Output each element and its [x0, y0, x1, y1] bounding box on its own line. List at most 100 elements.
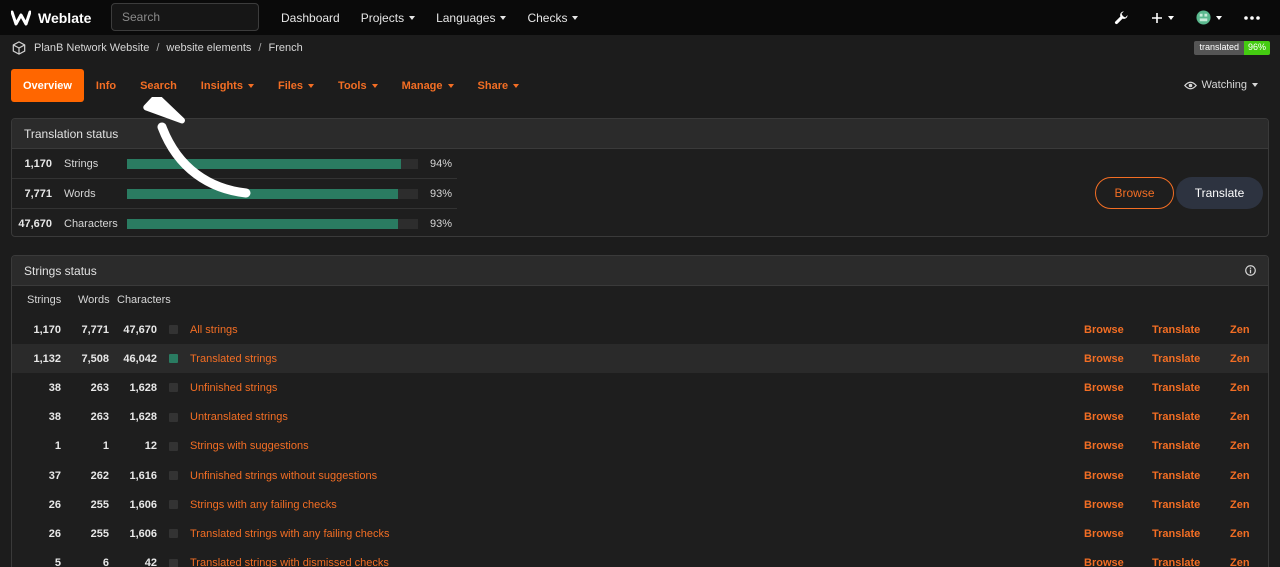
row-translate-link[interactable]: Translate — [1152, 499, 1200, 511]
watching-dropdown[interactable]: Watching — [1183, 79, 1258, 91]
breadcrumb-language[interactable]: French — [268, 42, 302, 54]
stat-label: Strings — [64, 157, 99, 170]
row-browse-link[interactable]: Browse — [1084, 528, 1124, 540]
row-words-count: 7,508 — [81, 352, 109, 365]
row-zen-link[interactable]: Zen — [1230, 353, 1250, 365]
row-browse-link[interactable]: Browse — [1084, 353, 1124, 365]
row-filter-link[interactable]: Translated strings with any failing chec… — [190, 528, 390, 540]
row-zen-link[interactable]: Zen — [1230, 528, 1250, 540]
row-browse-link[interactable]: Browse — [1084, 411, 1124, 423]
brand[interactable]: Weblate — [11, 10, 101, 26]
stat-label: Characters — [64, 218, 118, 230]
info-icon[interactable] — [1245, 265, 1256, 276]
progress-fill — [127, 219, 398, 229]
top-navbar: Weblate Dashboard Projects Languages Che… — [0, 0, 1280, 35]
row-filter-link[interactable]: Translated strings — [190, 353, 277, 365]
row-strings-count: 26 — [48, 498, 61, 511]
row-browse-link[interactable]: Browse — [1084, 499, 1124, 511]
row-filter-link[interactable]: Strings with any failing checks — [190, 499, 337, 511]
more-button[interactable] — [1244, 15, 1260, 20]
row-translate-link[interactable]: Translate — [1152, 353, 1200, 365]
row-browse-link[interactable]: Browse — [1084, 382, 1124, 394]
row-strings-count: 1,170 — [33, 323, 61, 336]
tab-insights-label: Insights — [200, 79, 243, 92]
tab-search-label: Search — [140, 79, 177, 92]
nav-dashboard-label: Dashboard — [281, 10, 340, 25]
status-square-icon — [169, 412, 178, 422]
row-characters-count: 46,042 — [123, 352, 157, 365]
tab-manage[interactable]: Manage — [390, 69, 466, 102]
row-strings-count: 1 — [54, 440, 61, 453]
status-square-icon — [169, 500, 178, 510]
row-filter-link[interactable]: Translated strings with dismissed checks — [190, 557, 389, 567]
wrench-button[interactable] — [1114, 10, 1129, 25]
nav-checks-label: Checks — [527, 10, 568, 25]
row-zen-link[interactable]: Zen — [1230, 499, 1250, 511]
row-zen-link[interactable]: Zen — [1230, 470, 1250, 482]
row-translate-link[interactable]: Translate — [1152, 411, 1200, 423]
add-button[interactable] — [1151, 12, 1174, 24]
row-filter-link[interactable]: All strings — [190, 324, 238, 336]
row-characters-count: 1,616 — [129, 469, 157, 482]
tab-share[interactable]: Share — [466, 69, 532, 102]
row-filter-link[interactable]: Unfinished strings — [190, 382, 277, 394]
chevron-down-icon — [1252, 83, 1258, 87]
row-strings-count: 5 — [54, 557, 61, 567]
row-words-count: 7,771 — [81, 323, 109, 336]
translated-badge[interactable]: translated 96% — [1194, 41, 1270, 55]
nav-projects[interactable]: Projects — [361, 11, 416, 25]
main-menu: Dashboard Projects Languages Checks — [281, 0, 599, 35]
tab-info[interactable]: Info — [84, 69, 128, 102]
strings-status-title: Strings status — [24, 263, 97, 278]
nav-checks[interactable]: Checks — [527, 10, 579, 25]
row-characters-count: 1,628 — [129, 411, 157, 424]
row-characters-count: 12 — [144, 440, 157, 453]
row-browse-link[interactable]: Browse — [1084, 557, 1124, 567]
breadcrumb-separator: / — [258, 42, 262, 54]
status-square-icon — [169, 529, 178, 539]
row-browse-link[interactable]: Browse — [1084, 324, 1124, 336]
table-row: 38 263 1,628 Unfinished strings Browse Transl… — [12, 373, 1268, 402]
tab-overview[interactable]: Overview — [11, 69, 84, 102]
tab-files[interactable]: Files — [266, 69, 326, 102]
nav-languages[interactable]: Languages — [436, 11, 507, 25]
stat-percent: 93% — [430, 187, 453, 200]
row-zen-link[interactable]: Zen — [1230, 557, 1250, 567]
row-zen-link[interactable]: Zen — [1230, 440, 1250, 452]
row-zen-link[interactable]: Zen — [1230, 411, 1250, 423]
row-translate-link[interactable]: Translate — [1152, 440, 1200, 452]
search-input[interactable] — [111, 3, 259, 31]
nav-dashboard[interactable]: Dashboard — [281, 11, 340, 25]
breadcrumb-project[interactable]: PlanB Network Website — [34, 42, 149, 54]
wrench-icon — [1114, 11, 1128, 25]
badge-label: translated — [1194, 41, 1244, 55]
stat-count: 7,771 — [24, 187, 52, 200]
row-translate-link[interactable]: Translate — [1152, 324, 1200, 336]
row-filter-link[interactable]: Unfinished strings without suggestions — [190, 470, 377, 482]
row-translate-link[interactable]: Translate — [1152, 528, 1200, 540]
translate-button[interactable]: Translate — [1176, 177, 1263, 209]
row-zen-link[interactable]: Zen — [1230, 382, 1250, 394]
cube-icon — [12, 41, 26, 55]
row-browse-link[interactable]: Browse — [1084, 470, 1124, 482]
row-zen-link[interactable]: Zen — [1230, 324, 1250, 336]
row-translate-link[interactable]: Translate — [1152, 470, 1200, 482]
tab-share-label: Share — [477, 79, 509, 92]
row-translate-link[interactable]: Translate — [1152, 557, 1200, 567]
row-words-count: 263 — [90, 411, 109, 424]
breadcrumb-component[interactable]: website elements — [166, 42, 251, 54]
user-menu-button[interactable] — [1196, 10, 1222, 25]
progress-bar[interactable] — [127, 219, 418, 229]
chevron-down-icon — [1216, 15, 1222, 20]
row-translate-link[interactable]: Translate — [1152, 382, 1200, 394]
badge-value: 96% — [1243, 41, 1270, 55]
row-browse-link[interactable]: Browse — [1084, 440, 1124, 452]
browse-button[interactable]: Browse — [1095, 177, 1174, 209]
nav-right — [1092, 0, 1260, 35]
tab-tools[interactable]: Tools — [326, 69, 390, 102]
row-characters-count: 47,670 — [123, 323, 157, 336]
strings-status-header: Strings status — [12, 256, 1268, 286]
row-filter-link[interactable]: Untranslated strings — [190, 411, 288, 423]
row-filter-link[interactable]: Strings with suggestions — [190, 440, 309, 452]
chevron-down-icon — [500, 15, 507, 20]
